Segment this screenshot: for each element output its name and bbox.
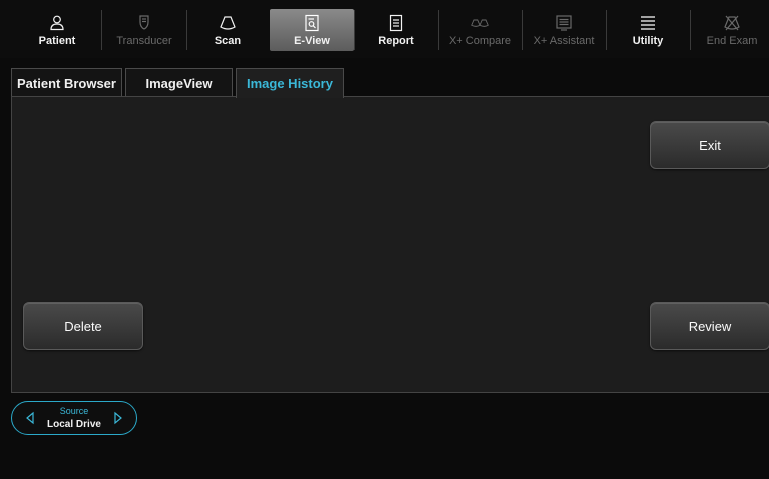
scan-icon xyxy=(218,13,238,33)
toolbar-eview-button[interactable]: E-View xyxy=(270,9,354,51)
review-button-label: Review xyxy=(688,318,732,334)
source-selector[interactable]: Source Local Drive xyxy=(11,401,137,435)
toolbar-compare-button[interactable]: X+ Compare xyxy=(438,9,522,51)
delete-button[interactable]: Delete xyxy=(23,302,143,350)
top-toolbar: Patient Transducer Scan E-View Report X+… xyxy=(0,0,769,58)
delete-button-label: Delete xyxy=(64,318,102,334)
toolbar-transducer-label: Transducer xyxy=(116,35,172,47)
review-button[interactable]: Review xyxy=(650,302,769,350)
toolbar-end-exam-button[interactable]: End Exam xyxy=(690,9,769,51)
source-next-arrow-icon[interactable] xyxy=(112,411,124,425)
report-icon xyxy=(386,13,406,33)
eview-icon xyxy=(302,13,322,33)
tab-image-history-label: Image History xyxy=(247,76,333,91)
tab-imageview[interactable]: ImageView xyxy=(125,68,233,97)
toolbar-utility-button[interactable]: Utility xyxy=(606,9,690,51)
exit-button[interactable]: Exit xyxy=(650,121,769,169)
toolbar-utility-label: Utility xyxy=(632,35,664,47)
person-icon xyxy=(47,13,67,33)
tab-patient-browser-label: Patient Browser xyxy=(17,75,116,91)
toolbar-patient-button[interactable]: Patient xyxy=(15,9,99,51)
toolbar-compare-label: X+ Compare xyxy=(448,35,512,47)
tab-imageview-label: ImageView xyxy=(145,75,213,91)
toolbar-transducer-button[interactable]: Transducer xyxy=(102,9,186,51)
toolbar-assistant-label: X+ Assistant xyxy=(533,35,595,47)
compare-icon xyxy=(470,13,490,33)
image-history-panel: Exit Delete Review xyxy=(11,96,769,393)
end-exam-icon xyxy=(722,13,742,33)
toolbar-patient-label: Patient xyxy=(38,35,76,47)
toolbar-eview-label: E-View xyxy=(294,35,330,47)
toolbar-scan-label: Scan xyxy=(214,35,242,47)
toolbar-report-label: Report xyxy=(378,35,414,47)
tab-image-history[interactable]: Image History xyxy=(236,68,344,98)
assistant-icon xyxy=(554,13,574,33)
toolbar-end-exam-label: End Exam xyxy=(706,35,758,47)
toolbar-assistant-button[interactable]: X+ Assistant xyxy=(522,9,606,51)
transducer-icon xyxy=(134,13,154,33)
toolbar-report-button[interactable]: Report xyxy=(354,9,438,51)
menu-icon xyxy=(638,13,658,33)
exit-button-label: Exit xyxy=(699,137,721,153)
toolbar-scan-button[interactable]: Scan xyxy=(186,9,270,51)
tab-patient-browser[interactable]: Patient Browser xyxy=(11,68,122,97)
